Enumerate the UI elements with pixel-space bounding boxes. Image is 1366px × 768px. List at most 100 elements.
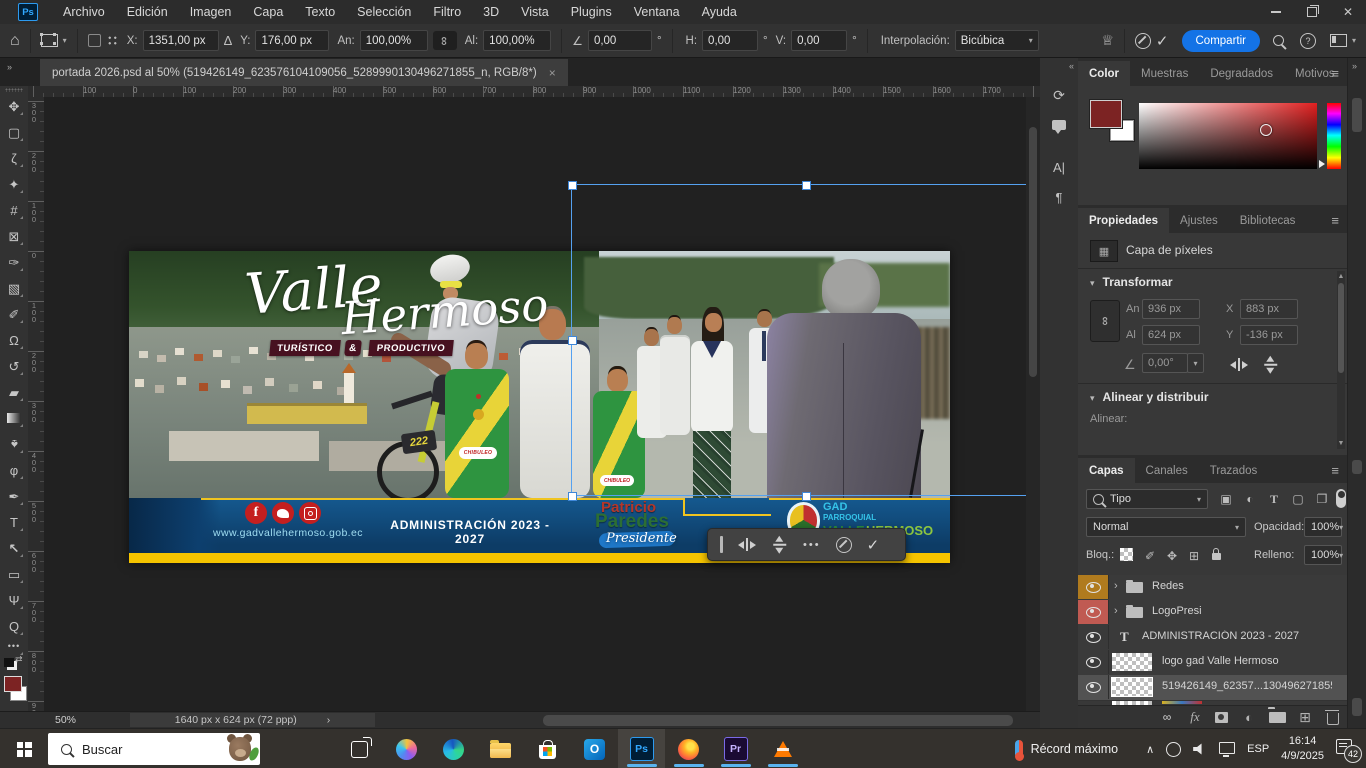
fill-field[interactable]: 100%▾: [1304, 545, 1342, 565]
tab-muestras[interactable]: Muestras: [1130, 61, 1199, 86]
marquee-tool[interactable]: ▢: [3, 121, 25, 143]
layer-row-administracion-2023---2027[interactable]: TADMINISTRACIÓN 2023 - 2027: [1078, 625, 1347, 651]
dock-expand-icon[interactable]: »: [1352, 61, 1356, 71]
panel-menu-icon[interactable]: ≡: [1331, 213, 1339, 228]
blur-tool[interactable]: ♠: [3, 433, 25, 455]
tab-trazados[interactable]: Trazados: [1199, 458, 1269, 483]
menu-item-archivo[interactable]: Archivo: [52, 5, 116, 19]
lock-artboard-icon[interactable]: ⊞: [1184, 547, 1204, 565]
transform-handle-middleleft[interactable]: [568, 336, 577, 345]
transform-handle-bottomcenter[interactable]: [802, 492, 811, 501]
tab-bibliotecas[interactable]: Bibliotecas: [1229, 208, 1307, 233]
microsoft-store-taskbar-button[interactable]: [524, 729, 571, 768]
task-view-taskbar-button[interactable]: [336, 729, 383, 768]
crop-tool[interactable]: #: [3, 199, 25, 221]
lock-position-icon[interactable]: ✥: [1162, 547, 1182, 565]
flip-vertical-button[interactable]: [773, 536, 786, 554]
vlc-taskbar-button[interactable]: [759, 729, 806, 768]
premiere-taskbar-button[interactable]: Pr: [712, 729, 759, 768]
menu-item-3d[interactable]: 3D: [472, 5, 510, 19]
shape-tool[interactable]: ▭: [3, 563, 25, 585]
flip-vertical-button[interactable]: [1264, 356, 1277, 374]
visibility-toggle[interactable]: [1078, 625, 1109, 649]
close-button[interactable]: ✕: [1330, 0, 1366, 24]
commit-icon[interactable]: ✓: [867, 536, 880, 554]
drag-handle-icon[interactable]: [720, 536, 723, 553]
firefox-taskbar-button[interactable]: [665, 729, 712, 768]
vertical-ruler[interactable]: 3002001000100200300400500600700800900: [28, 97, 45, 711]
tab-propiedades[interactable]: Propiedades: [1078, 208, 1169, 233]
vskew-field[interactable]: 0,00: [791, 30, 847, 51]
tray-app-icon[interactable]: [1166, 742, 1181, 757]
opacity-field[interactable]: 100%▾: [1304, 517, 1342, 537]
new-layer-icon[interactable]: ⊞: [1296, 709, 1314, 725]
lock-all-icon[interactable]: [1206, 545, 1226, 563]
chevron-down-icon[interactable]: ▾: [1352, 36, 1356, 45]
layer-effects-icon[interactable]: fx: [1186, 709, 1204, 725]
layer-filter-select[interactable]: Tipo ▾: [1086, 489, 1208, 509]
transform-handle-topcenter[interactable]: [802, 181, 811, 190]
reference-point-grid-icon[interactable]: [106, 34, 119, 47]
filter-pixel-layers-icon[interactable]: ▣: [1216, 490, 1236, 508]
patch-tool[interactable]: ▧: [3, 277, 25, 299]
transform-section-header[interactable]: ▾Transformar: [1090, 275, 1173, 289]
canvas-vertical-scrollbar[interactable]: [1026, 97, 1040, 711]
dock-scroll-thumb[interactable]: [1352, 698, 1362, 716]
layer-row-logopresi[interactable]: ›LogoPresi: [1078, 600, 1347, 626]
restore-button[interactable]: [1294, 0, 1330, 24]
relative-position-icon[interactable]: Δ: [224, 33, 233, 48]
chevron-down-icon[interactable]: ▾: [63, 36, 67, 45]
layer-row-519426149_62357...130496271855_n[interactable]: 519426149_62357...130496271855_n: [1078, 675, 1347, 701]
menu-item-filtro[interactable]: Filtro: [422, 5, 472, 19]
rotation-dropdown[interactable]: ▾: [1187, 353, 1204, 373]
start-button[interactable]: [0, 729, 48, 768]
transform-width-field[interactable]: 936 px: [1142, 299, 1200, 319]
filter-smart-object-icon[interactable]: ❐: [1312, 490, 1332, 508]
move-tool[interactable]: ✥: [3, 95, 25, 117]
edge-taskbar-button[interactable]: [430, 729, 477, 768]
help-icon[interactable]: ?: [1300, 33, 1316, 49]
rotation-field[interactable]: 0,00: [588, 30, 652, 51]
reference-point-checkbox[interactable]: [88, 34, 101, 47]
transform-handle-topleft[interactable]: [568, 181, 577, 190]
menu-item-edicion[interactable]: Edición: [116, 5, 179, 19]
lock-transparency-icon[interactable]: [1120, 548, 1133, 561]
default-colors-icon[interactable]: [4, 658, 14, 667]
transform-y-field[interactable]: -136 px: [1240, 325, 1298, 345]
link-layers-icon[interactable]: ∞: [1158, 709, 1176, 725]
lock-pixels-icon[interactable]: ✐: [1140, 547, 1160, 565]
network-icon[interactable]: [1219, 742, 1235, 754]
history-panel-icon[interactable]: ⟳: [1048, 84, 1070, 106]
tab-capas[interactable]: Capas: [1078, 458, 1135, 483]
gradient-tool[interactable]: [3, 407, 25, 429]
canvas-area[interactable]: 222 CHIBULEO CHIBULEO: [44, 97, 1026, 711]
new-group-icon[interactable]: [1268, 709, 1286, 725]
file-explorer-taskbar-button[interactable]: [477, 729, 524, 768]
tab-color[interactable]: Color: [1078, 61, 1130, 86]
transform-height-field[interactable]: 624 px: [1142, 325, 1200, 345]
taskbar-search[interactable]: Buscar: [48, 733, 260, 765]
menu-item-texto[interactable]: Texto: [294, 5, 346, 19]
visibility-toggle[interactable]: [1078, 600, 1109, 624]
visibility-toggle[interactable]: [1078, 575, 1109, 599]
toolbar-collapse-icon[interactable]: »: [7, 62, 11, 72]
constrain-proportions-button[interactable]: ∞: [1090, 300, 1120, 342]
align-section-header[interactable]: ▾Alinear y distribuir: [1090, 390, 1209, 404]
transform-x-field[interactable]: 883 px: [1240, 299, 1298, 319]
menu-item-plugins[interactable]: Plugins: [560, 5, 623, 19]
filter-toggle-switch[interactable]: [1336, 489, 1346, 508]
brush-tool[interactable]: ✐: [3, 303, 25, 325]
hidden-icons-chevron[interactable]: ∧: [1146, 743, 1154, 756]
flip-horizontal-button[interactable]: [738, 538, 756, 551]
zoom-level[interactable]: 50%: [55, 714, 76, 726]
transform-tool-icon[interactable]: [41, 34, 58, 47]
expand-icon[interactable]: ›: [1114, 605, 1118, 617]
dodge-tool[interactable]: φ: [3, 459, 25, 481]
language-indicator[interactable]: ESP: [1247, 743, 1269, 755]
copilot-taskbar-button[interactable]: [383, 729, 430, 768]
saturation-brightness-field[interactable]: [1139, 103, 1317, 169]
tab-canales[interactable]: Canales: [1135, 458, 1199, 483]
close-tab-icon[interactable]: ×: [549, 66, 556, 80]
adjustment-layer-icon[interactable]: ◐: [1240, 709, 1258, 725]
history-brush-tool[interactable]: ↺: [3, 355, 25, 377]
